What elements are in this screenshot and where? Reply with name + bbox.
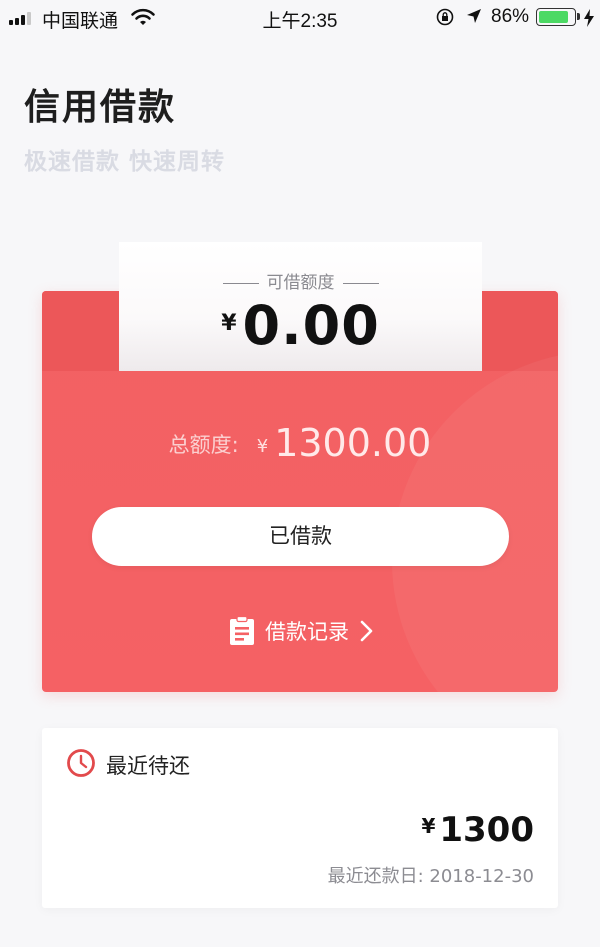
battery-icon [536, 8, 576, 26]
clock-icon [67, 749, 95, 777]
total-currency: ¥ [256, 436, 269, 457]
available-credit-panel: 可借额度 ¥0.00 [119, 242, 482, 371]
status-bar: 中国联通 上午2:35 86% [0, 0, 600, 34]
battery-percent: 86% [491, 6, 530, 27]
loan-records-link[interactable]: 借款记录 [229, 614, 375, 648]
due-currency: ¥ [421, 814, 436, 838]
page-subtitle: 极速借款 快速周转 [24, 149, 226, 175]
recent-due-title: 最近待还 [106, 754, 190, 778]
charging-bolt-icon [584, 9, 594, 27]
document-icon [230, 616, 254, 645]
available-credit-label: 可借额度 [266, 273, 335, 293]
divider-left [222, 282, 259, 284]
location-arrow-icon [467, 9, 481, 23]
available-credit-label-row: 可借额度 [119, 268, 482, 293]
chevron-right-icon [360, 620, 373, 642]
total-credit-row: 总额度: ¥1300.00 [42, 421, 558, 465]
loan-records-label: 借款记录 [265, 620, 349, 644]
available-currency: ¥ [221, 311, 237, 336]
divider-right [342, 282, 379, 284]
battery-cap [577, 13, 580, 20]
recent-due-card[interactable]: 最近待还 ¥1300 最近还款日: 2018-12-30 [42, 728, 558, 908]
recent-due-date: 最近还款日: 2018-12-30 [327, 866, 534, 887]
total-credit-value: 1300.00 [274, 421, 432, 465]
page-title: 信用借款 [24, 87, 177, 128]
borrowed-button[interactable]: 已借款 [92, 507, 509, 566]
rotation-lock-icon [436, 8, 454, 26]
due-amount-value: 1300 [439, 810, 534, 850]
available-credit-amount: ¥0.00 [119, 294, 482, 357]
available-amount-value: 0.00 [242, 294, 380, 357]
recent-due-amount: ¥1300 [421, 810, 534, 850]
total-credit-label: 总额度: [168, 433, 239, 457]
